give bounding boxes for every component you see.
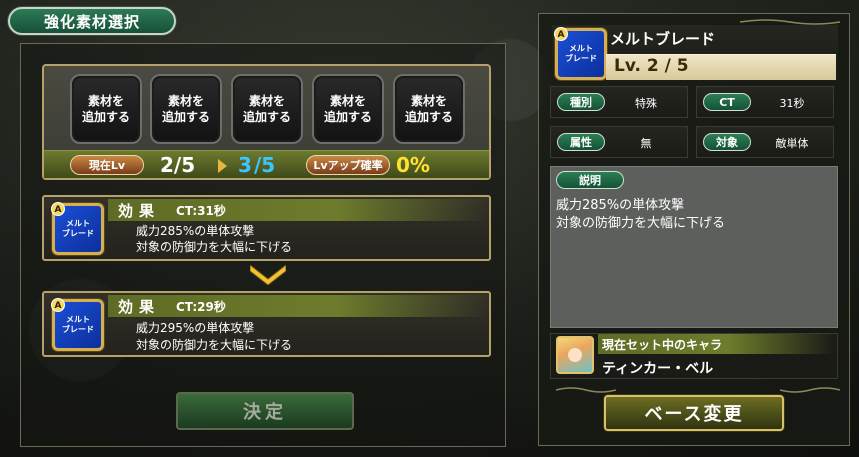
skill-level: Lv. 2 / 5 <box>614 56 689 76</box>
base-change-button[interactable]: ベース変更 <box>604 395 784 431</box>
slot-text-line1: 素材を <box>167 94 204 108</box>
stat-value: 無 <box>640 137 652 150</box>
effect-desc-line2: 対象の防御力を大幅に下げる <box>136 338 293 352</box>
page-title: 強化素材選択 <box>8 7 176 35</box>
card-text-line1: メルト <box>66 315 90 324</box>
slot-text-line1: 素材を <box>248 94 285 108</box>
arrow-right-icon <box>218 159 227 173</box>
description-box <box>550 166 838 328</box>
slot-text-line2: 追加する <box>81 110 130 124</box>
level-up-rate-label: Lvアップ確率 <box>306 155 390 175</box>
material-slot-5[interactable]: 素材を 追加する <box>393 74 465 144</box>
skill-card-icon: A メルト ブレード <box>51 298 104 351</box>
stat-label: 対象 <box>703 133 751 151</box>
next-level-max: /5 <box>254 153 276 177</box>
stat-value: 31秒 <box>779 97 805 110</box>
stat-value: 特殊 <box>635 97 657 110</box>
slot-text-line1: 素材を <box>329 94 366 108</box>
chevron-down-icon <box>250 265 286 285</box>
description-line1: 威力285%の単体攻撃 <box>556 198 685 213</box>
character-avatar <box>556 336 594 374</box>
material-slot-1[interactable]: 素材を 追加する <box>70 74 142 144</box>
level-bar: 現在Lv 2/5 3 /5 Lvアップ確率 0% <box>44 150 489 178</box>
decide-button[interactable]: 決定 <box>176 392 354 430</box>
character-heading: 現在セット中のキャラ <box>602 338 723 352</box>
rank-badge: A <box>51 202 65 216</box>
stat-label: CT <box>703 93 751 111</box>
ornament-icon <box>556 387 616 393</box>
stat-value: 敵単体 <box>775 137 809 150</box>
description-line2: 対象の防御力を大幅に下げる <box>556 216 726 231</box>
material-slots-area: 素材を 追加する 素材を 追加する 素材を 追加する 素材を 追加する 素材を 追加する … <box>42 64 491 180</box>
slot-text-line2: 追加する <box>323 110 372 124</box>
stat-ct: CT 31秒 <box>696 86 834 118</box>
effect-label: 効果 <box>118 298 161 316</box>
card-text-line1: メルト <box>66 219 90 228</box>
effect-header-band <box>108 295 489 317</box>
effect-desc-line2: 対象の防御力を大幅に下げる <box>136 240 293 254</box>
card-text-line2: ブレード <box>62 229 94 238</box>
stat-target: 対象 敵単体 <box>696 126 834 158</box>
slot-text-line1: 素材を <box>87 94 124 108</box>
stat-label: 種別 <box>557 93 605 111</box>
effect-header-band <box>108 199 489 221</box>
material-slot-3[interactable]: 素材を 追加する <box>231 74 303 144</box>
material-slot-2[interactable]: 素材を 追加する <box>150 74 222 144</box>
effect-ct: CT:29秒 <box>176 300 226 314</box>
slot-text-line1: 素材を <box>410 94 447 108</box>
character-name: ティンカー・ベル <box>602 361 714 377</box>
material-slot-4[interactable]: 素材を 追加する <box>312 74 384 144</box>
card-text-line2: ブレード <box>62 325 94 334</box>
ornament-icon <box>780 387 840 393</box>
card-text-line1: メルト <box>569 44 593 53</box>
slot-text-line2: 追加する <box>161 110 210 124</box>
card-text-line2: ブレード <box>565 54 597 63</box>
stat-attribute: 属性 無 <box>550 126 688 158</box>
effect-desc-line1: 威力295%の単体攻撃 <box>136 321 255 335</box>
skill-card-icon: A メルト ブレード <box>51 202 104 255</box>
rank-badge: A <box>554 27 568 41</box>
level-up-rate-value: 0% <box>396 153 430 177</box>
stat-type: 種別 特殊 <box>550 86 688 118</box>
slot-text-line2: 追加する <box>404 110 453 124</box>
description-label: 説明 <box>556 171 624 189</box>
effect-label: 効果 <box>118 202 161 220</box>
next-level-value: 3 <box>238 153 252 177</box>
effect-ct: CT:31秒 <box>176 204 226 218</box>
current-level-value: 2/5 <box>160 153 196 177</box>
current-level-label: 現在Lv <box>70 155 144 175</box>
stat-label: 属性 <box>557 133 605 151</box>
slot-text-line2: 追加する <box>242 110 291 124</box>
rank-badge: A <box>51 298 65 312</box>
skill-card-icon: A メルト ブレード <box>554 27 607 80</box>
effect-desc-line1: 威力285%の単体攻撃 <box>136 224 255 238</box>
skill-name: メルトブレード <box>610 30 716 48</box>
